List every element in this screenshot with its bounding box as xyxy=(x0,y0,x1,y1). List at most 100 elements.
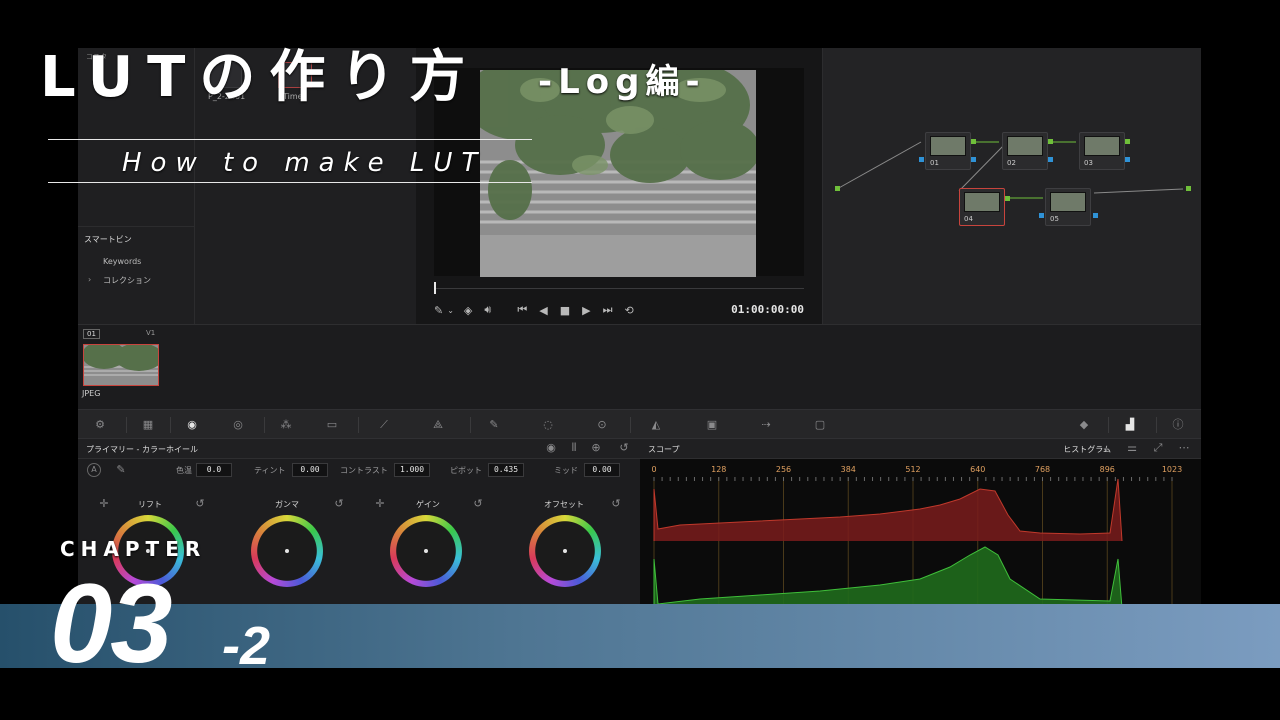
tracker-icon[interactable]: ⊙ xyxy=(594,418,610,431)
toolbar-divider xyxy=(1156,417,1157,433)
node-thumbnail xyxy=(1007,136,1043,156)
node-05[interactable]: 05 xyxy=(1045,188,1091,226)
smart-bin-header: スマートビン xyxy=(78,226,195,252)
mid-detail-field[interactable]: 0.00 xyxy=(584,463,620,477)
wheels-mode-icon[interactable]: ◉ xyxy=(543,441,559,454)
log-mode-icon[interactable]: ⊕ xyxy=(588,441,604,454)
node-key-port[interactable] xyxy=(1125,157,1130,162)
white-balance-picker-icon[interactable]: ✎ xyxy=(113,463,129,476)
contrast-field[interactable]: 1.000 xyxy=(394,463,430,477)
node-editor: 01 02 03 04 05 xyxy=(822,48,1201,324)
node-key-port[interactable] xyxy=(919,157,924,162)
temp-field[interactable]: 0.0 xyxy=(196,463,232,477)
param-label: 色温 xyxy=(176,466,192,475)
chevron-right-icon[interactable]: › xyxy=(88,275,91,284)
bars-mode-icon[interactable]: ⦀ xyxy=(566,441,582,454)
tint-field[interactable]: 0.00 xyxy=(292,463,328,477)
scopes-icon[interactable]: ▟ xyxy=(1122,418,1138,431)
node-key-port[interactable] xyxy=(1093,213,1098,218)
scrubber-track[interactable] xyxy=(434,288,804,289)
pivot-field[interactable]: 0.435 xyxy=(488,463,524,477)
node-04[interactable]: 04 xyxy=(959,188,1005,226)
node-thumbnail xyxy=(1084,136,1120,156)
node-thumbnail xyxy=(964,192,1000,212)
node-key-port[interactable] xyxy=(971,157,976,162)
toolbar-divider xyxy=(264,417,265,433)
color-warper-icon[interactable]: ⟁ xyxy=(430,418,446,431)
hdr-wheels-icon[interactable]: ◎ xyxy=(230,418,246,431)
node-label: 04 xyxy=(964,215,973,223)
reset-icon[interactable]: ↺ xyxy=(192,497,208,510)
3d-icon[interactable]: ▢ xyxy=(812,418,828,431)
video-title: LUTの作り方 xyxy=(40,45,480,110)
node-output-port[interactable] xyxy=(1005,196,1010,201)
blur-icon[interactable]: ◭ xyxy=(648,418,664,431)
wheel-label: リフト xyxy=(138,500,162,509)
layers-icon[interactable]: ◈ xyxy=(464,304,472,317)
motion-effects-icon[interactable]: ▭ xyxy=(324,418,340,431)
toolbar-divider xyxy=(126,417,127,433)
reset-icon[interactable]: ↺ xyxy=(470,497,486,510)
gamma-wheel[interactable] xyxy=(251,515,323,587)
chevron-down-icon[interactable]: ⌄ xyxy=(447,306,454,315)
skip-back-icon[interactable]: ⏮︎ xyxy=(517,303,527,317)
scope-tick-label: 640 xyxy=(970,465,985,474)
node-output-port[interactable] xyxy=(1048,139,1053,144)
more-icon[interactable]: ⋯ xyxy=(1176,441,1192,454)
gain-wheel[interactable] xyxy=(390,515,462,587)
chevron-down-icon[interactable]: ⌄ xyxy=(1098,441,1114,454)
skip-forward-icon[interactable]: ⏭︎ xyxy=(603,303,613,317)
reset-icon[interactable]: ↺ xyxy=(608,497,624,510)
node-input-port[interactable] xyxy=(835,186,840,191)
node-03[interactable]: 03 xyxy=(1079,132,1125,170)
window-icon[interactable]: ◌ xyxy=(540,418,556,431)
timeline: 01 V1 JPEG xyxy=(78,324,1201,409)
curves-icon[interactable]: ⟋ xyxy=(376,418,392,431)
scope-tick-label: 384 xyxy=(841,465,856,474)
scope-tick-label: 896 xyxy=(1100,465,1115,474)
info-icon[interactable]: ⓘ xyxy=(1170,418,1186,431)
node-label: 01 xyxy=(930,159,939,167)
scope-tick-label: 512 xyxy=(905,465,920,474)
node-key-port[interactable] xyxy=(1039,213,1044,218)
davinci-resolve-window: コスタ スマートビン Keywords › コレクション P_2-2201 Ti… xyxy=(78,48,1201,608)
play-icon[interactable]: ▶ xyxy=(582,304,590,317)
reset-icon[interactable]: ↺ xyxy=(331,497,347,510)
playhead[interactable] xyxy=(434,282,436,294)
offset-wheel[interactable] xyxy=(529,515,601,587)
expand-icon[interactable]: ⤢ xyxy=(1150,441,1166,454)
node-output-port[interactable] xyxy=(1125,139,1130,144)
qualifier-icon[interactable]: ✎ xyxy=(486,418,502,431)
eyedropper-icon[interactable]: ✎ xyxy=(434,304,443,317)
camera-raw-icon[interactable]: ⚙ xyxy=(92,418,108,431)
crosshair-icon[interactable]: ✛ xyxy=(372,497,388,510)
color-wheels-icon[interactable]: ◉ xyxy=(184,418,200,431)
node-output-port[interactable] xyxy=(971,139,976,144)
smart-bin-collection[interactable]: コレクション xyxy=(103,275,151,286)
sizing-icon[interactable]: ⇢ xyxy=(758,418,774,431)
timeline-clip[interactable] xyxy=(83,344,159,386)
lightbox-icon[interactable]: ◆ xyxy=(1076,418,1092,431)
video-subtitle: How to make LUT xyxy=(122,148,487,178)
color-match-icon[interactable]: ▦ xyxy=(140,418,156,431)
chapter-label: CHAPTER xyxy=(60,537,207,561)
reset-icon[interactable]: ↺ xyxy=(616,441,632,454)
node-output-port[interactable] xyxy=(1186,186,1191,191)
scope-settings-icon[interactable]: ⚌ xyxy=(1124,441,1140,454)
wheel-label: オフセット xyxy=(544,500,584,509)
smart-bin-keywords[interactable]: Keywords xyxy=(103,257,141,266)
red-channel-histogram xyxy=(654,479,1122,541)
key-icon[interactable]: ▣ xyxy=(704,418,720,431)
node-02[interactable]: 02 xyxy=(1002,132,1048,170)
node-label: 02 xyxy=(1007,159,1016,167)
param-label: ティント xyxy=(254,466,286,475)
auto-balance-icon[interactable]: A xyxy=(87,463,101,477)
node-key-port[interactable] xyxy=(1048,157,1053,162)
stop-icon[interactable]: ■ xyxy=(560,304,570,317)
crosshair-icon[interactable]: ✛ xyxy=(96,497,112,510)
loop-icon[interactable]: ⟲ xyxy=(624,304,633,317)
volume-icon[interactable]: 🔊︎ xyxy=(484,303,491,317)
node-01[interactable]: 01 xyxy=(925,132,971,170)
step-back-icon[interactable]: ◀ xyxy=(539,304,547,317)
rgb-mixer-icon[interactable]: ⁂ xyxy=(278,418,294,431)
